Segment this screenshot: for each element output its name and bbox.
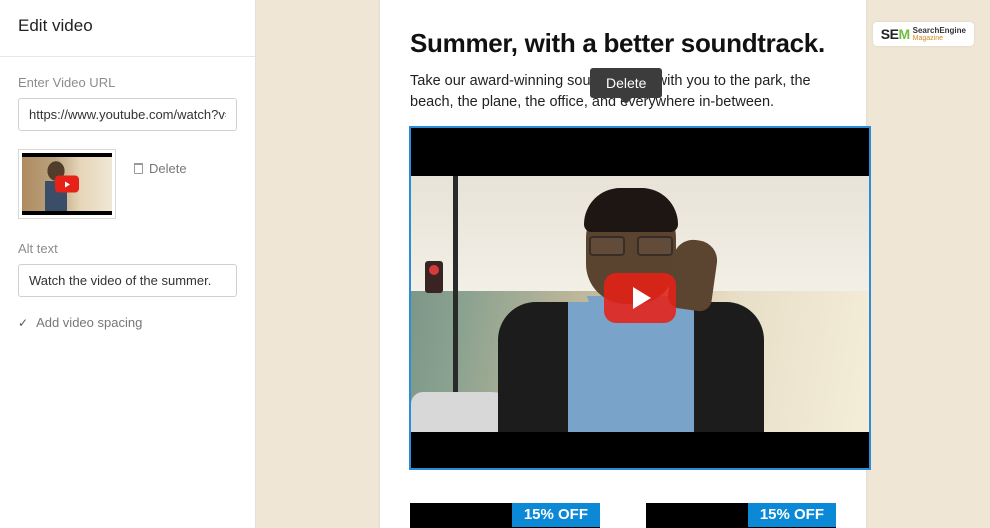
url-label: Enter Video URL (18, 75, 237, 90)
sidebar-body: Enter Video URL Delete Alt text ✓ Add vi… (0, 57, 255, 348)
trash-icon (134, 163, 143, 174)
promo-row: 15% OFF 15% OFF (410, 503, 836, 528)
sidebar-header: Edit video (0, 0, 255, 57)
add-video-spacing-toggle[interactable]: ✓ Add video spacing (18, 315, 237, 330)
delete-tooltip: Delete (590, 68, 662, 98)
check-icon: ✓ (18, 316, 28, 330)
spacing-label: Add video spacing (36, 315, 142, 330)
alt-text-input[interactable] (18, 264, 237, 297)
discount-badge: 15% OFF (512, 503, 600, 527)
watermark-text: SearchEngine Magazine (913, 27, 966, 42)
video-url-input[interactable] (18, 98, 237, 131)
embedded-video-block[interactable] (410, 127, 870, 469)
watermark-badge: SEM SearchEngine Magazine (873, 22, 974, 46)
sidebar-title: Edit video (18, 16, 237, 36)
play-icon (55, 176, 79, 193)
promo-tile-2[interactable]: 15% OFF (646, 503, 836, 528)
play-button[interactable] (604, 273, 676, 323)
thumbnail-row: Delete (18, 149, 237, 219)
promo-tile-1[interactable]: 15% OFF (410, 503, 600, 528)
delete-label: Delete (149, 161, 187, 176)
alt-text-section: Alt text (18, 241, 237, 297)
delete-video-link[interactable]: Delete (134, 161, 187, 176)
edit-video-sidebar: Edit video Enter Video URL Delete Alt te… (0, 0, 256, 528)
video-thumbnail[interactable] (18, 149, 116, 219)
alt-text-label: Alt text (18, 241, 237, 256)
headline: Summer, with a better soundtrack. (410, 28, 836, 59)
discount-badge: 15% OFF (748, 503, 836, 527)
watermark-logo: SEM (881, 26, 910, 42)
